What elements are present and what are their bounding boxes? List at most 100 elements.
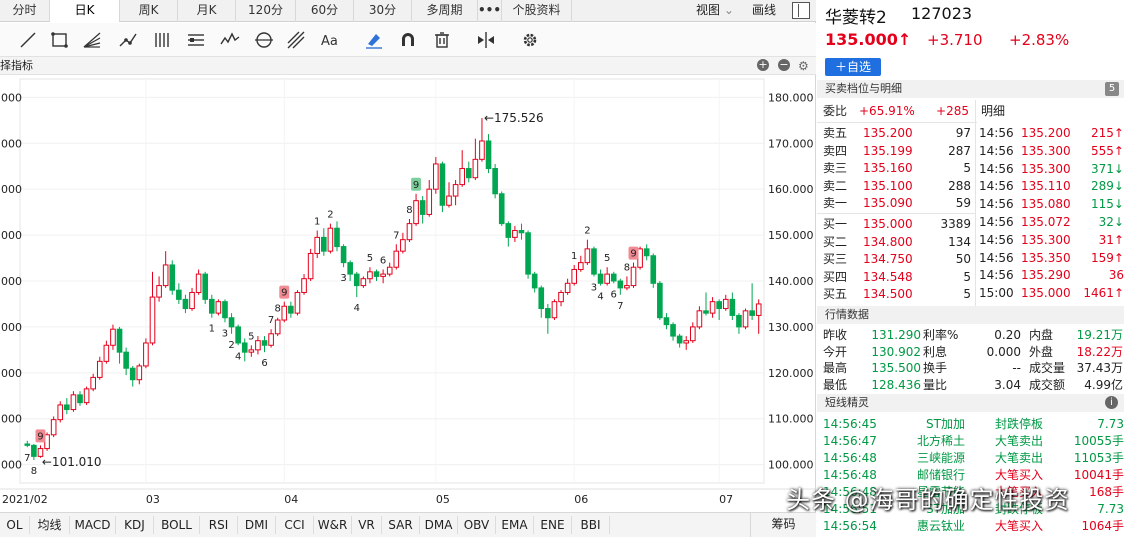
tab-120min[interactable]: 120分 xyxy=(236,0,296,22)
magnet-tool-icon[interactable] xyxy=(396,28,420,52)
indicator-tab[interactable]: EMA xyxy=(496,516,534,534)
view-menu[interactable]: 视图 ⌄ xyxy=(696,0,734,21)
candle xyxy=(525,230,531,279)
sprite-event: 封跌停板 xyxy=(995,417,1044,431)
quote-value: 19.21万 xyxy=(1076,328,1123,342)
candle-body xyxy=(558,291,564,303)
quote-label: 成交量 xyxy=(1029,361,1066,375)
add-indicator-icon[interactable]: + xyxy=(757,59,769,71)
gear-icon[interactable] xyxy=(518,28,542,52)
stock-code: 127023 xyxy=(911,4,973,23)
add-watchlist-button[interactable]: ＋自选 xyxy=(825,58,881,76)
orderbook-count-badge[interactable]: 5 xyxy=(1105,82,1119,96)
path-tool-icon[interactable] xyxy=(116,28,140,52)
tab-daily-k[interactable]: 日K xyxy=(50,0,120,22)
candle-body xyxy=(64,404,70,411)
info-icon[interactable]: i xyxy=(1105,396,1118,409)
indicator-tab[interactable]: RSI xyxy=(200,516,238,534)
y-tick-label: 140.000 xyxy=(768,275,814,288)
remove-indicator-icon[interactable]: − xyxy=(778,59,790,71)
indicator-tab[interactable]: BOLL xyxy=(154,516,200,534)
fan-tool-icon[interactable] xyxy=(80,28,104,52)
indicator-tab[interactable]: VR xyxy=(352,516,382,534)
candle-body xyxy=(742,310,749,328)
tab-60min[interactable]: 60分 xyxy=(296,0,354,22)
candle xyxy=(202,271,209,304)
candle xyxy=(439,161,446,213)
indicator-select-label[interactable]: 择指标 xyxy=(0,59,33,72)
tick-time: 14:56 xyxy=(979,268,1014,283)
sprite-stock-name[interactable]: 惠云钛业 xyxy=(901,518,965,535)
cycle-tool-icon[interactable] xyxy=(252,28,276,52)
candle xyxy=(307,248,314,281)
indicator-tab[interactable]: W&R xyxy=(314,516,352,534)
indicator-tab[interactable]: CCI xyxy=(276,516,314,534)
indicator-bar: OL 均线 MACD KDJ BOLL RSI DMI CCI W&R VR SAR DMA OBV EM… xyxy=(0,512,816,537)
tick-volume: 371↓ xyxy=(1091,161,1124,176)
indicator-tab[interactable]: DMA xyxy=(420,516,458,534)
sprite-stock-name[interactable]: 三峡能源 xyxy=(901,450,965,467)
quote-data-header: 行情数据 xyxy=(817,306,1124,324)
tab-stock-profile[interactable]: 个股资料 xyxy=(502,0,572,22)
wave-tool-icon[interactable] xyxy=(218,28,242,52)
sell-level-volume: 5 xyxy=(963,161,971,175)
tab-intraday[interactable]: 分时 xyxy=(0,0,50,22)
indicator-tab[interactable]: DMI xyxy=(238,516,276,534)
tab-multi-period[interactable]: 多周期 xyxy=(412,0,478,22)
y-tick-label: 150.000 xyxy=(768,229,814,242)
sell-level-label: 卖一 xyxy=(823,196,848,210)
candle-body xyxy=(281,305,288,321)
candle-body xyxy=(617,280,624,289)
tick-time: 14:56 xyxy=(979,232,1014,247)
trash-icon[interactable] xyxy=(430,28,454,52)
flip-tool-icon[interactable] xyxy=(474,28,498,52)
candle-body xyxy=(703,310,709,314)
candle-body xyxy=(498,193,505,225)
tab-30min[interactable]: 30分 xyxy=(354,0,412,22)
indicator-tab[interactable]: KDJ xyxy=(116,516,154,534)
buy-level-label: 买二 xyxy=(823,234,848,249)
left-tick-label: 000 xyxy=(1,229,22,242)
tab-weekly-k[interactable]: 周K xyxy=(120,0,178,22)
rect-tool-icon[interactable] xyxy=(48,28,72,52)
indicator-tab[interactable]: BBI xyxy=(572,516,610,534)
more-icon[interactable]: ••• xyxy=(478,0,502,22)
indicator-tab[interactable]: OBV xyxy=(458,516,496,534)
candlestick-chart[interactable]: 78912345678912345 6789123456789 100.00000… xyxy=(0,75,816,511)
sprite-stock-name[interactable]: 北方稀土 xyxy=(901,433,965,450)
sprite-value: 168手 xyxy=(1089,485,1124,499)
line-tool-icon[interactable] xyxy=(16,28,40,52)
candle-body xyxy=(690,326,696,342)
buy-level-label: 买一 xyxy=(823,217,848,231)
detail-label: 明细 xyxy=(981,104,1006,118)
text-block-tool-icon[interactable] xyxy=(184,28,208,52)
indicator-settings-icon[interactable]: ⚙ xyxy=(798,58,809,75)
low-annotation: ←101.010 xyxy=(42,455,102,469)
candle-body xyxy=(90,376,96,390)
draw-line-menu[interactable]: 画线 xyxy=(752,0,776,21)
candle-body xyxy=(650,255,657,284)
candle xyxy=(551,299,558,321)
panel-toggle-icon[interactable] xyxy=(792,2,810,19)
sell-level-volume: 288 xyxy=(948,178,971,193)
left-tick-label: 000 xyxy=(1,413,22,426)
sprite-value: 11053手 xyxy=(1073,451,1124,465)
candle-body xyxy=(314,236,321,254)
candle-body xyxy=(208,298,215,314)
quote-value: 130.902 xyxy=(871,344,921,359)
sprite-stock-name[interactable]: ST加加 xyxy=(901,416,965,433)
chips-button[interactable]: 筹码 xyxy=(750,513,816,537)
tab-monthly-k[interactable]: 月K xyxy=(178,0,236,22)
text-tool-icon[interactable]: Aa xyxy=(318,28,342,52)
pitchfork-tool-icon[interactable] xyxy=(284,28,308,52)
candle-body xyxy=(538,287,545,310)
eraser-tool-icon[interactable] xyxy=(362,28,386,52)
parallel-tool-icon[interactable] xyxy=(150,28,174,52)
indicator-tab[interactable]: ENE xyxy=(534,516,572,534)
indicator-tab[interactable]: 均线 xyxy=(30,516,70,534)
tick-price: 135.110 xyxy=(1021,179,1071,194)
indicator-tab[interactable]: MACD xyxy=(70,516,116,534)
indicator-tab[interactable]: SAR xyxy=(382,516,420,534)
indicator-tab[interactable]: OL xyxy=(0,516,30,534)
candle-body xyxy=(492,168,498,195)
